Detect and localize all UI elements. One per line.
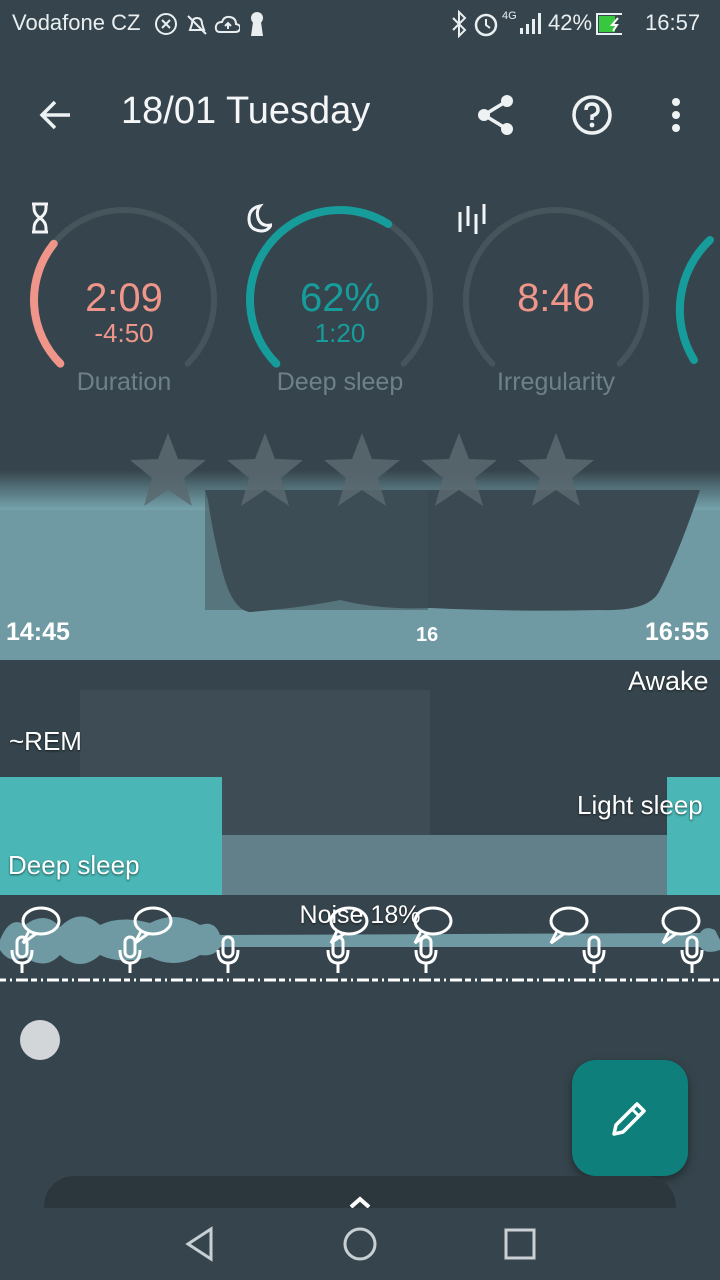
star-icon[interactable]: [419, 430, 499, 510]
nav-recents-button[interactable]: [490, 1222, 550, 1266]
duration-label: Duration: [76, 368, 172, 396]
nav-home-button[interactable]: [330, 1222, 390, 1266]
speech-bubble-icon[interactable]: [659, 905, 701, 945]
graph-mid-tick: 16: [416, 624, 439, 646]
nav-back-button[interactable]: [170, 1222, 230, 1266]
irregularity-gauge[interactable]: 8:46 Irregularity: [456, 200, 656, 410]
alarm-off-icon: [187, 15, 207, 35]
edit-fab-button[interactable]: [572, 1060, 688, 1176]
duration-value: 2:09: [85, 276, 163, 320]
carrier-name: Vodafone CZ: [12, 10, 141, 35]
deep-sleep-gauge[interactable]: 62% 1:20 Deep sleep: [240, 200, 440, 410]
rating-stars[interactable]: [128, 430, 598, 510]
keyhole-icon: [251, 12, 263, 36]
hourglass-icon: [32, 202, 48, 234]
system-nav-bar: [0, 1208, 720, 1280]
awake-label: Awake: [628, 666, 709, 696]
alarm-icon: [474, 13, 498, 37]
noise-markers: [0, 905, 720, 985]
battery-charging-icon: [596, 13, 622, 35]
star-icon[interactable]: [322, 430, 402, 510]
close-circle-icon: [155, 13, 177, 35]
irregularity-icon: [458, 204, 486, 234]
signal-icon: [520, 13, 541, 34]
moon-icon: [247, 203, 272, 233]
graph-end-time: 16:55: [645, 618, 709, 646]
nav-back-icon: [185, 1226, 213, 1262]
speech-bubble-icon[interactable]: [131, 905, 173, 945]
page-title: 18/01 Tuesday: [121, 90, 371, 132]
deep-sleep-value: 62%: [299, 276, 381, 320]
help-button[interactable]: [562, 85, 622, 145]
speech-bubble-icon[interactable]: [19, 905, 61, 945]
light-sleep-band: [222, 835, 667, 895]
star-icon[interactable]: [128, 430, 208, 510]
speech-bubble-icon[interactable]: [547, 905, 589, 945]
star-icon[interactable]: [516, 430, 596, 510]
next-gauge-peek: [675, 236, 714, 364]
share-button[interactable]: [466, 85, 526, 145]
deep-sleep-stage-label: Deep sleep: [8, 850, 140, 880]
help-icon: [572, 95, 612, 135]
deep-sleep-label: Deep sleep: [276, 368, 404, 396]
duration-delta: -4:50: [94, 318, 154, 348]
clock: 16:57: [645, 10, 701, 35]
share-icon: [478, 95, 513, 135]
back-button[interactable]: [26, 85, 86, 145]
duration-gauge[interactable]: 2:09 -4:50 Duration: [24, 200, 224, 410]
light-sleep-label: Light sleep: [577, 790, 703, 820]
more-vert-icon: [672, 98, 680, 132]
star-icon[interactable]: [225, 430, 305, 510]
network-type: 4G: [502, 10, 517, 22]
rem-label: ~REM: [9, 726, 82, 756]
irregularity-label: Irregularity: [496, 368, 616, 396]
arrow-back-icon: [39, 100, 70, 130]
graph-start-time: 14:45: [6, 618, 70, 646]
microphone-icon[interactable]: [213, 935, 243, 979]
more-options-button[interactable]: [646, 85, 706, 145]
battery-percent: 42%: [548, 10, 593, 35]
speech-bubble-icon[interactable]: [327, 905, 369, 945]
seek-handle[interactable]: [20, 1020, 60, 1060]
speech-bubble-icon[interactable]: [411, 905, 453, 945]
nav-home-icon: [343, 1227, 377, 1261]
app-bar: 18/01 Tuesday: [0, 60, 720, 170]
irregularity-value: 8:46: [517, 276, 595, 320]
deep-sleep-duration: 1:20: [314, 318, 366, 348]
status-bar: Vodafone CZ 4G 42% 16:57: [0, 0, 720, 50]
nav-recents-icon: [504, 1228, 536, 1260]
pencil-icon: [612, 1102, 646, 1136]
cloud-upload-icon: [214, 15, 240, 33]
